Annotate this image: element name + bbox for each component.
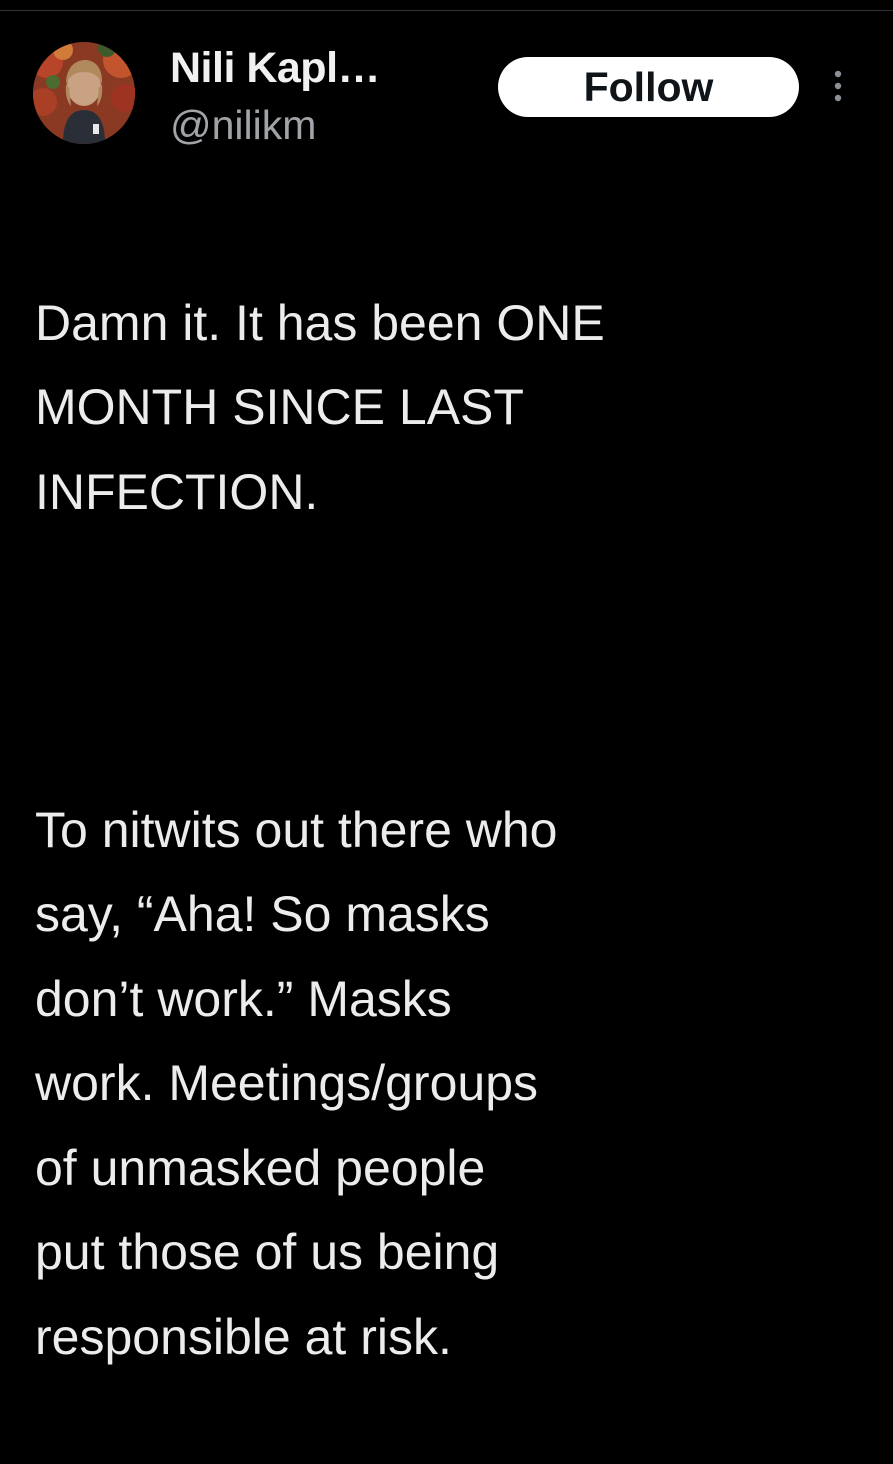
- avatar-image: [33, 42, 135, 144]
- author-handle[interactable]: @nilikm: [170, 102, 316, 149]
- follow-button[interactable]: Follow: [498, 57, 799, 117]
- more-vertical-icon[interactable]: [829, 66, 847, 106]
- tweet-paragraph-1: Damn it. It has been ONE MONTH SINCE LAS…: [35, 294, 605, 520]
- top-divider: [0, 10, 893, 11]
- tweet-text: Damn it. It has been ONE MONTH SINCE LAS…: [35, 196, 865, 1464]
- author-display-name[interactable]: Nili Kapl…: [170, 44, 381, 93]
- tweet-header: Nili Kapl… @nilikm Follow: [33, 40, 863, 152]
- tweet-paragraph-2: To nitwits out there who say, “Aha! So m…: [35, 801, 558, 1365]
- author-avatar[interactable]: [33, 42, 135, 144]
